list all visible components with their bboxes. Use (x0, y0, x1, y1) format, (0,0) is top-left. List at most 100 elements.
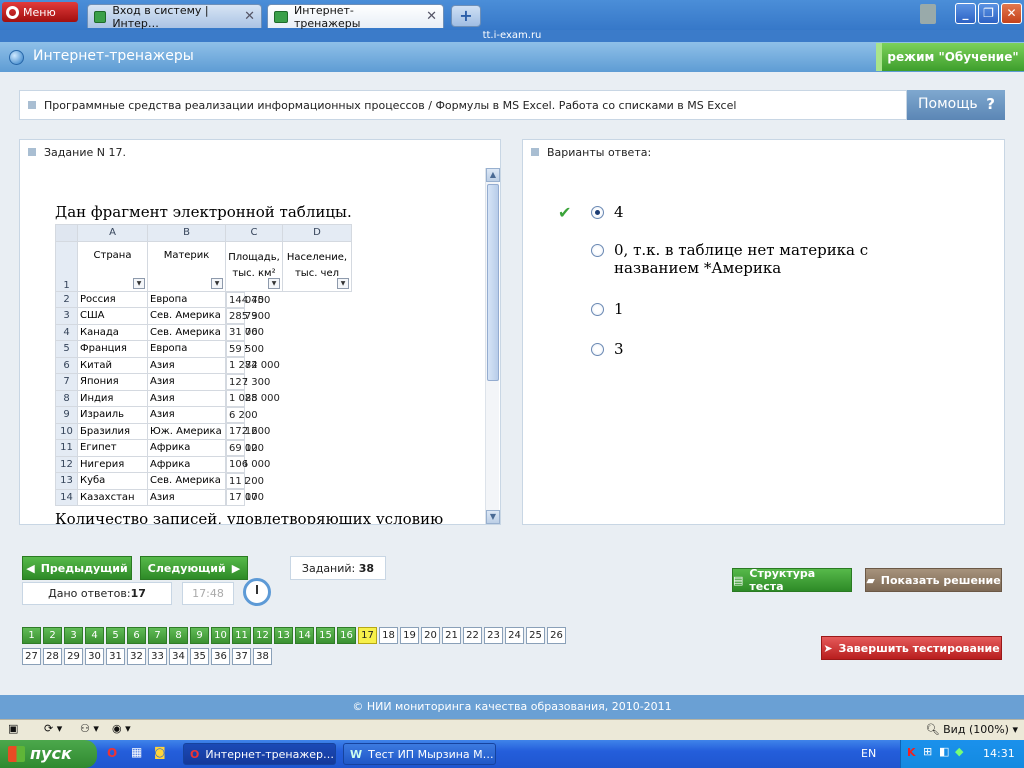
answer-option[interactable]: 0, т.к. в таблице нет материка с названи… (591, 241, 881, 277)
new-tab-button[interactable]: + (451, 5, 481, 27)
question-number-button[interactable]: 7 (148, 627, 167, 644)
question-number-button[interactable]: 19 (400, 627, 419, 644)
question-number-button[interactable]: 26 (547, 627, 566, 644)
restore-button[interactable]: ❐ (978, 3, 999, 24)
question-number-button[interactable]: 35 (190, 648, 209, 665)
url-bar[interactable]: tt.i-exam.ru (0, 30, 1024, 42)
radio-button[interactable] (591, 303, 604, 316)
sheet-cell: Азия (147, 389, 226, 407)
opera-quicklaunch-icon[interactable]: O (107, 746, 117, 760)
question-number-button[interactable]: 10 (211, 627, 230, 644)
question-number-button[interactable]: 29 (64, 648, 83, 665)
question-number-button[interactable]: 16 (337, 627, 356, 644)
filter-dropdown-icon[interactable]: ▼ (268, 277, 280, 289)
question-number-button[interactable]: 37 (232, 648, 251, 665)
question-number-button[interactable]: 15 (316, 627, 335, 644)
question-number-button[interactable]: 30 (85, 648, 104, 665)
close-tab-icon[interactable]: ✕ (244, 9, 255, 24)
volume-icon[interactable]: ◧ (939, 745, 949, 758)
update-icon[interactable]: ◆ (955, 745, 963, 758)
sheet-row: 4КанадаСев. Америка9 97631 000 (55, 323, 352, 341)
question-number-button[interactable]: 31 (106, 648, 125, 665)
question-number-button[interactable]: 6 (127, 627, 146, 644)
panel-toggle-icon[interactable]: ▣ (8, 722, 18, 735)
question-number-button[interactable]: 34 (169, 648, 188, 665)
question-number-button[interactable]: 13 (274, 627, 293, 644)
sync-icon[interactable]: ⟳ ▾ (44, 722, 62, 735)
zoom-control[interactable]: 🔍︎ Вид (100%) ▾ (926, 723, 1018, 736)
disk-quicklaunch-icon[interactable]: ▦ (131, 745, 142, 759)
turbo-icon[interactable]: ◉ ▾ (112, 722, 131, 735)
question-number-button[interactable]: 12 (253, 627, 272, 644)
filter-dropdown-icon[interactable]: ▼ (337, 277, 349, 289)
language-indicator[interactable]: EN (861, 747, 876, 760)
question-number-button[interactable]: 11 (232, 627, 251, 644)
share-icon[interactable]: ⚇ ▾ (80, 722, 99, 735)
answer-option[interactable]: 4 (591, 203, 624, 221)
timer: 17:48 (182, 582, 234, 605)
tab-login[interactable]: Вход в систему | Интер… ✕ (87, 4, 262, 30)
radio-button[interactable] (591, 206, 604, 219)
question-number-button[interactable]: 27 (22, 648, 41, 665)
scroll-down-icon[interactable]: ▼ (486, 510, 500, 524)
minimize-button[interactable]: _ (955, 3, 976, 24)
finish-test-button[interactable]: ➤ Завершить тестирование (821, 636, 1002, 660)
question-number-button[interactable]: 3 (64, 627, 83, 644)
question-number-button[interactable]: 2 (43, 627, 62, 644)
filter-dropdown-icon[interactable]: ▼ (211, 277, 223, 289)
row-number: 10 (55, 422, 78, 440)
sheet-cell: Европа (147, 290, 226, 308)
show-solution-button[interactable]: ▰ Показать решение (865, 568, 1002, 592)
question-number-button[interactable]: 32 (127, 648, 146, 665)
question-number-button[interactable]: 21 (442, 627, 461, 644)
question-number-button[interactable]: 23 (484, 627, 503, 644)
answer-option[interactable]: 1 (591, 300, 624, 318)
close-button[interactable]: ✕ (1001, 3, 1022, 24)
antivirus-icon[interactable]: K (907, 746, 916, 759)
question-number-button[interactable]: 28 (43, 648, 62, 665)
menu-label: Меню (23, 5, 56, 19)
test-structure-button[interactable]: ▤ Структура теста (732, 567, 852, 593)
question-number-button[interactable]: 24 (505, 627, 524, 644)
calendar-quicklaunch-icon[interactable]: ◙ (154, 745, 166, 759)
question-number-button[interactable]: 8 (169, 627, 188, 644)
radio-button[interactable] (591, 343, 604, 356)
close-tab-icon[interactable]: ✕ (426, 9, 437, 24)
opera-menu-button[interactable]: Меню (2, 2, 78, 22)
question-number-button[interactable]: 14 (295, 627, 314, 644)
question-number-button[interactable]: 1 (22, 627, 41, 644)
start-button[interactable]: пуск (0, 740, 97, 768)
col-header: B (147, 224, 226, 242)
help-button[interactable]: Помощь ? (907, 90, 1005, 120)
task-scrollbar[interactable]: ▲ ▼ (485, 168, 500, 524)
question-number-button[interactable]: 17 (358, 627, 377, 644)
question-number-button[interactable]: 9 (190, 627, 209, 644)
favicon-icon (94, 10, 107, 23)
trash-icon[interactable] (920, 4, 936, 24)
question-number-button[interactable]: 4 (85, 627, 104, 644)
next-button[interactable]: Следующий ▶ (140, 556, 248, 580)
question-number-button[interactable]: 33 (148, 648, 167, 665)
scroll-thumb[interactable] (487, 184, 499, 381)
sheet-cell: Сев. Америка (147, 307, 226, 325)
tab-trainers[interactable]: Интернет-тренажеры ✕ (267, 4, 444, 30)
question-number-button[interactable]: 36 (211, 648, 230, 665)
scroll-up-icon[interactable]: ▲ (486, 168, 500, 182)
question-number-button[interactable]: 22 (463, 627, 482, 644)
question-number-button[interactable]: 38 (253, 648, 272, 665)
col-header: D (282, 224, 352, 242)
sheet-row: 8ИндияАзия3 2881 025 000 (55, 389, 352, 407)
taskbar-item-browser[interactable]: O Интернет-тренажер… (183, 743, 336, 765)
sheet-cell: 127 300 (226, 373, 270, 390)
question-number-button[interactable]: 20 (421, 627, 440, 644)
filter-dropdown-icon[interactable]: ▼ (133, 277, 145, 289)
question-number-button[interactable]: 5 (106, 627, 125, 644)
question-number-button[interactable]: 25 (526, 627, 545, 644)
radio-button[interactable] (591, 244, 604, 257)
clock-icon (243, 578, 271, 606)
network-icon[interactable]: ⊞ (923, 745, 932, 758)
taskbar-item-word[interactable]: W Тест ИП Мырзина М… (343, 743, 496, 765)
question-number-button[interactable]: 18 (379, 627, 398, 644)
answer-option[interactable]: 3 (591, 340, 624, 358)
prev-button[interactable]: ◀ Предыдущий (22, 556, 132, 580)
